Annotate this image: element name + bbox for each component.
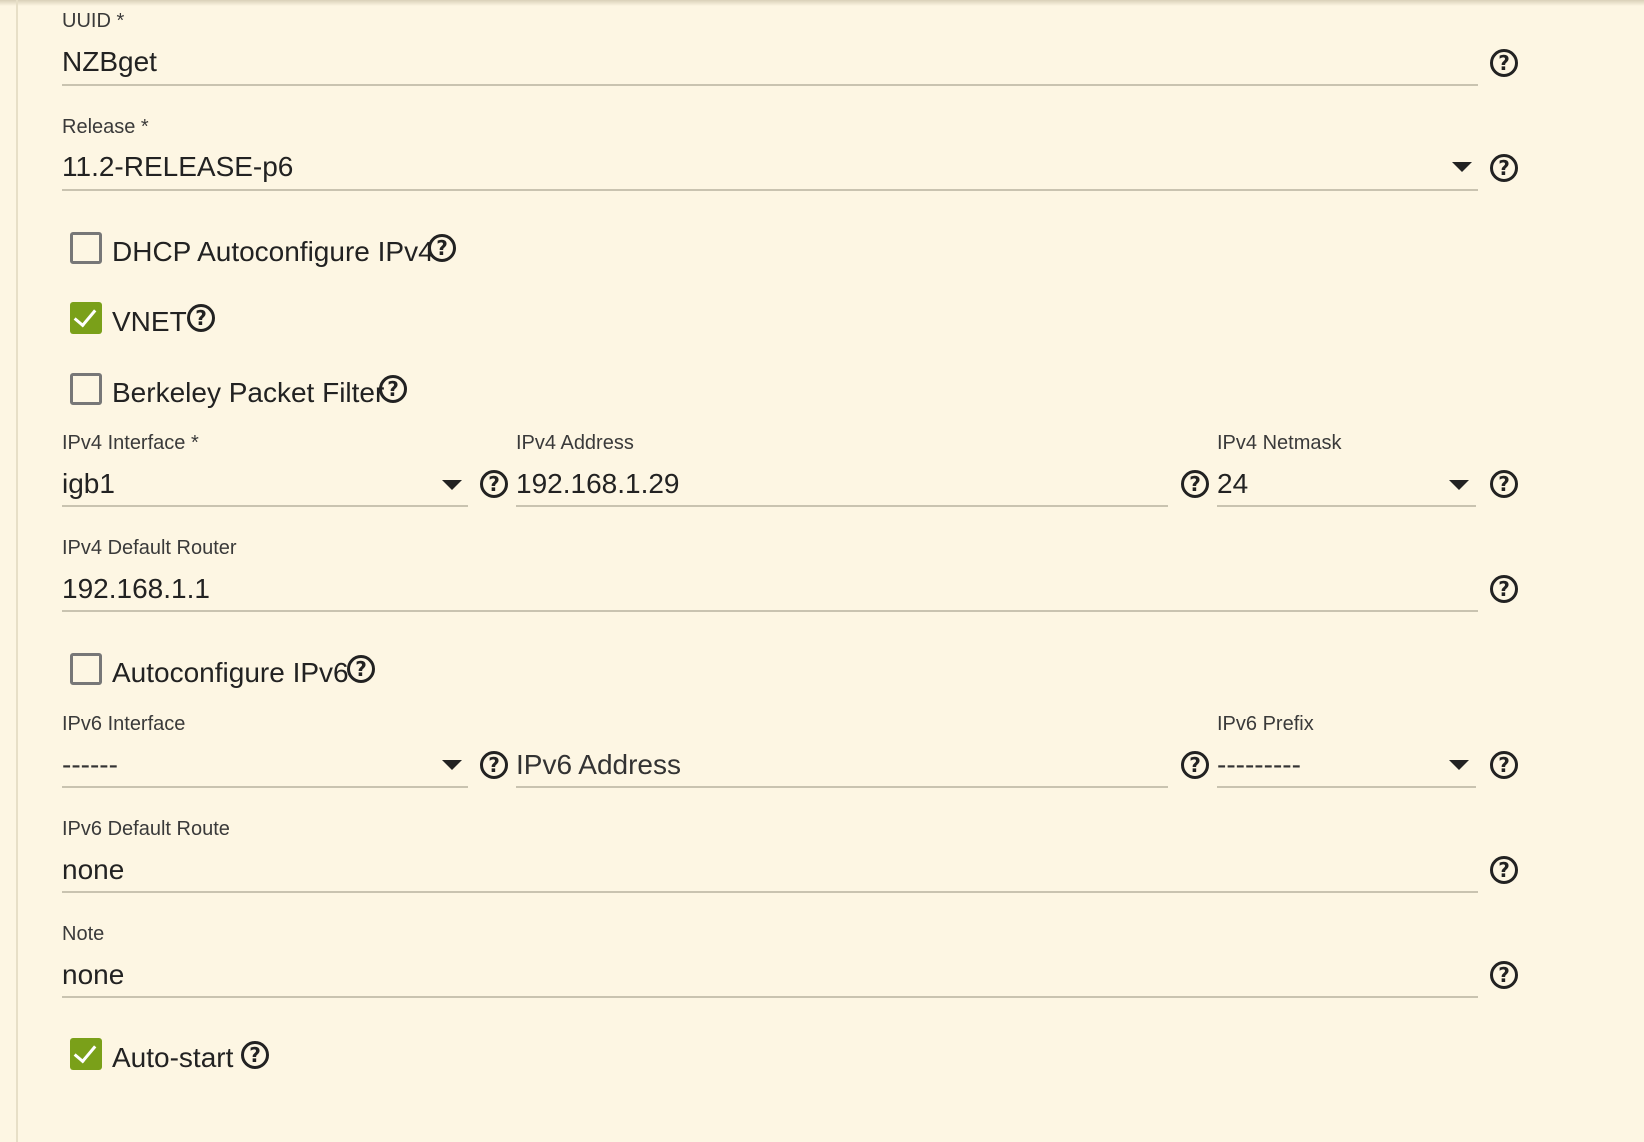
- ipv6-route-underline: [62, 891, 1478, 893]
- dhcp-label[interactable]: DHCP Autoconfigure IPv4: [112, 236, 434, 268]
- ipv4-netmask-help-icon[interactable]: ?: [1490, 470, 1518, 498]
- release-label: Release *: [62, 116, 149, 138]
- ipv4-interface-chevron-down-icon[interactable]: [442, 480, 462, 490]
- jail-edit-form: UUID * NZBget ? Release * 11.2-RELEASE-p…: [0, 0, 1644, 1142]
- top-shadow: [0, 0, 1644, 6]
- check-icon: [73, 303, 97, 328]
- note-label: Note: [62, 923, 105, 945]
- note-help-icon[interactable]: ?: [1490, 961, 1518, 989]
- bpf-label[interactable]: Berkeley Packet Filter: [112, 377, 384, 409]
- ipv4-address-input[interactable]: 192.168.1.29: [516, 468, 680, 500]
- autostart-help-icon[interactable]: ?: [241, 1041, 269, 1069]
- uuid-help-icon[interactable]: ?: [1490, 49, 1518, 77]
- ipv6-interface-value[interactable]: ------: [62, 749, 118, 781]
- ipv4-interface-help-icon[interactable]: ?: [480, 470, 508, 498]
- ipv4-interface-label: IPv4 Interface *: [62, 432, 199, 454]
- ipv4-netmask-underline: [1217, 505, 1476, 507]
- uuid-underline: [62, 84, 1478, 86]
- release-underline: [62, 189, 1478, 191]
- release-value[interactable]: 11.2-RELEASE-p6: [62, 151, 293, 183]
- check-icon: [73, 1039, 97, 1064]
- ipv6-address-input[interactable]: IPv6 Address: [516, 749, 681, 781]
- dhcp-checkbox-row[interactable]: DHCP Autoconfigure IPv4: [70, 232, 490, 272]
- vnet-checkbox-row[interactable]: VNET: [70, 302, 190, 342]
- ipv4-router-underline: [62, 610, 1478, 612]
- ipv4-netmask-value[interactable]: 24: [1217, 468, 1248, 500]
- autostart-checkbox[interactable]: [70, 1038, 102, 1070]
- vnet-checkbox[interactable]: [70, 302, 102, 334]
- ipv6-prefix-help-icon[interactable]: ?: [1490, 751, 1518, 779]
- vnet-label[interactable]: VNET: [112, 306, 187, 338]
- ipv6-address-field[interactable]: IPv6 Address: [516, 713, 1172, 793]
- release-help-icon[interactable]: ?: [1490, 154, 1518, 182]
- release-chevron-down-icon[interactable]: [1452, 162, 1472, 172]
- ipv6-route-input[interactable]: none: [62, 854, 124, 886]
- uuid-input[interactable]: NZBget: [62, 46, 157, 78]
- ipv4-address-field[interactable]: IPv4 Address 192.168.1.29: [516, 432, 1172, 512]
- ipv4-address-underline: [516, 505, 1168, 507]
- ipv6-prefix-label: IPv6 Prefix: [1217, 713, 1314, 735]
- ipv4-interface-underline: [62, 505, 468, 507]
- ipv4-interface-value[interactable]: igb1: [62, 468, 115, 500]
- ipv4-netmask-select[interactable]: IPv4 Netmask 24: [1217, 432, 1479, 512]
- uuid-field[interactable]: UUID * NZBget: [62, 10, 1482, 90]
- ipv6-address-help-icon[interactable]: ?: [1181, 751, 1209, 779]
- ipv6-interface-chevron-down-icon[interactable]: [442, 760, 462, 770]
- ipv6-prefix-select[interactable]: IPv6 Prefix ---------: [1217, 713, 1479, 793]
- bpf-help-icon[interactable]: ?: [379, 375, 407, 403]
- ipv4-netmask-label: IPv4 Netmask: [1217, 432, 1342, 454]
- ipv6-prefix-value[interactable]: ---------: [1217, 749, 1301, 781]
- ipv6-route-help-icon[interactable]: ?: [1490, 856, 1518, 884]
- ipv6-interface-label: IPv6 Interface: [62, 713, 186, 735]
- ipv4-router-input[interactable]: 192.168.1.1: [62, 573, 210, 605]
- ipv4-netmask-chevron-down-icon[interactable]: [1449, 480, 1469, 490]
- release-select[interactable]: Release * 11.2-RELEASE-p6: [62, 116, 1482, 196]
- ipv6-route-field[interactable]: IPv6 Default Route none: [62, 818, 1482, 898]
- bpf-checkbox[interactable]: [70, 373, 102, 405]
- bpf-checkbox-row[interactable]: Berkeley Packet Filter: [70, 373, 384, 413]
- ipv4-router-field[interactable]: IPv4 Default Router 192.168.1.1: [62, 537, 1482, 617]
- ipv6-prefix-underline: [1217, 786, 1476, 788]
- ipv6-interface-help-icon[interactable]: ?: [480, 751, 508, 779]
- autoconf-ipv6-checkbox-row[interactable]: Autoconfigure IPv6: [70, 653, 350, 693]
- ipv6-interface-underline: [62, 786, 468, 788]
- note-input[interactable]: none: [62, 959, 124, 991]
- note-underline: [62, 996, 1478, 998]
- dhcp-checkbox[interactable]: [70, 232, 102, 264]
- left-border: [16, 0, 18, 1142]
- ipv4-interface-select[interactable]: IPv4 Interface * igb1: [62, 432, 472, 512]
- ipv4-router-label: IPv4 Default Router: [62, 537, 237, 559]
- autostart-label[interactable]: Auto-start: [112, 1042, 233, 1074]
- ipv6-address-underline: [516, 786, 1168, 788]
- ipv6-prefix-chevron-down-icon[interactable]: [1449, 760, 1469, 770]
- dhcp-help-icon[interactable]: ?: [428, 234, 456, 262]
- ipv4-address-help-icon[interactable]: ?: [1181, 470, 1209, 498]
- ipv4-address-label: IPv4 Address: [516, 432, 634, 454]
- ipv4-router-help-icon[interactable]: ?: [1490, 575, 1518, 603]
- autoconf-ipv6-checkbox[interactable]: [70, 653, 102, 685]
- autostart-checkbox-row[interactable]: Auto-start: [70, 1038, 245, 1078]
- autoconf-ipv6-help-icon[interactable]: ?: [347, 655, 375, 683]
- note-field[interactable]: Note none: [62, 923, 1482, 1003]
- ipv6-interface-select[interactable]: IPv6 Interface ------: [62, 713, 472, 793]
- uuid-label: UUID *: [62, 10, 125, 32]
- autoconf-ipv6-label[interactable]: Autoconfigure IPv6: [112, 657, 349, 689]
- ipv6-route-label: IPv6 Default Route: [62, 818, 230, 840]
- vnet-help-icon[interactable]: ?: [187, 304, 215, 332]
